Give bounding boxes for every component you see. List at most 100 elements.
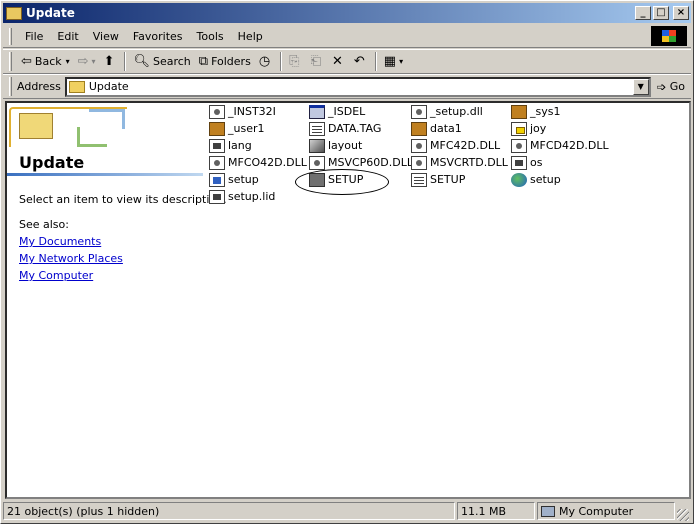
see-also-links: My Documents My Network Places My Comput… (19, 235, 123, 286)
menu-help[interactable]: Help (231, 28, 270, 45)
banner-accent-blue (89, 109, 125, 129)
file-item[interactable]: _user1 (209, 120, 265, 137)
delete-icon: ✕ (331, 54, 343, 69)
history-button[interactable]: ◷ (255, 51, 277, 73)
file-item[interactable]: MFCO42D.DLL (209, 154, 307, 171)
installer-icon (309, 138, 325, 153)
menu-view[interactable]: View (86, 28, 126, 45)
web-view-pane: Update Select an item to view its descri… (7, 103, 227, 497)
toolbar-grip[interactable] (9, 52, 12, 71)
move-to-button[interactable]: ⎘ (285, 51, 306, 73)
see-also-label: See also: (19, 218, 69, 231)
setup-config-icon (209, 172, 225, 187)
address-label: Address (17, 80, 61, 93)
file-item[interactable]: layout (309, 137, 362, 154)
menu-edit[interactable]: Edit (50, 28, 85, 45)
file-name: _setup.dll (430, 105, 483, 118)
file-name: MSVCP60D.DLL (328, 156, 414, 169)
file-item[interactable]: _ISDEL (309, 103, 365, 120)
menu-favorites[interactable]: Favorites (126, 28, 190, 45)
undo-button[interactable]: ↶ (350, 51, 372, 73)
doc-icon (511, 155, 527, 170)
search-button[interactable]: 🔍︎ Search (129, 51, 194, 73)
toolbar-separator (374, 52, 377, 71)
views-dropdown-icon: ▾ (399, 57, 404, 66)
dll-icon (209, 155, 225, 170)
file-item[interactable]: _INST32I (209, 103, 276, 120)
back-label: Back (34, 55, 62, 68)
search-icon: 🔍︎ (133, 54, 150, 69)
file-item[interactable]: setup (511, 171, 561, 188)
file-item[interactable]: MSVCP60D.DLL (309, 154, 413, 171)
standard-toolbar: ⇦ Back ▾ ⇨ ▾ ⬆ 🔍︎ Search ⧉ Folders ◷ ⎘ ⎗ (3, 49, 691, 74)
forward-button[interactable]: ⇨ ▾ (74, 51, 100, 73)
status-location: My Computer (537, 502, 675, 520)
file-item[interactable]: os (511, 154, 542, 171)
views-button[interactable]: ▦ ▾ (380, 51, 407, 73)
copy-to-button[interactable]: ⎗ (307, 51, 328, 73)
dll-icon (309, 155, 325, 170)
file-item[interactable]: _setup.dll (411, 103, 483, 120)
file-item[interactable]: SETUP (309, 171, 363, 188)
address-input[interactable]: Update ▼ (64, 76, 651, 97)
file-name: MFC42D.DLL (430, 139, 501, 152)
status-size: 11.1 MB (457, 502, 535, 520)
file-name: _user1 (228, 122, 265, 135)
menu-grip[interactable] (9, 27, 12, 45)
forward-dropdown-icon: ▾ (91, 57, 96, 66)
go-button[interactable]: ➩ Go (651, 80, 691, 94)
minimize-button[interactable]: _ (635, 6, 651, 20)
file-item[interactable]: DATA.TAG (309, 120, 381, 137)
address-grip[interactable] (9, 77, 12, 96)
file-item[interactable]: lang (209, 137, 252, 154)
file-name: joy (530, 122, 547, 135)
file-name: _INST32I (228, 105, 276, 118)
globe-icon (511, 172, 527, 187)
book-icon (511, 104, 527, 119)
file-item[interactable]: SETUP (411, 171, 465, 188)
copy-to-icon: ⎗ (310, 54, 321, 69)
up-folder-button[interactable]: ⬆ (100, 51, 122, 73)
close-button[interactable]: × (673, 6, 689, 20)
views-icon: ▦ (383, 54, 397, 69)
file-name: MSVCRTD.DLL (430, 156, 508, 169)
file-item[interactable]: joy (511, 120, 546, 137)
title-bar[interactable]: Update _ □ × (3, 3, 691, 23)
link-my-documents[interactable]: My Documents (19, 235, 123, 252)
file-item[interactable]: _sys1 (511, 103, 560, 120)
back-dropdown-icon[interactable]: ▾ (66, 57, 70, 66)
file-name: setup.lid (228, 190, 276, 203)
file-name: setup (228, 173, 259, 186)
text-icon (309, 121, 325, 136)
status-bar: 21 object(s) (plus 1 hidden) 11.1 MB My … (3, 501, 691, 521)
file-item[interactable]: setup.lid (209, 188, 275, 205)
folders-label: Folders (211, 55, 251, 68)
toolbar-separator (124, 52, 127, 71)
delete-button[interactable]: ✕ (328, 51, 350, 73)
folders-button[interactable]: ⧉ Folders (195, 51, 255, 73)
link-my-computer[interactable]: My Computer (19, 269, 123, 286)
file-item[interactable]: MSVCRTD.DLL (411, 154, 508, 171)
menu-tools[interactable]: Tools (190, 28, 231, 45)
link-my-network-places[interactable]: My Network Places (19, 252, 123, 269)
address-dropdown-button[interactable]: ▼ (632, 78, 649, 95)
history-icon: ◷ (258, 54, 271, 69)
back-button[interactable]: ⇦ Back ▾ (17, 51, 74, 73)
banner-bar (7, 173, 203, 176)
file-item[interactable]: MFC42D.DLL (411, 137, 500, 154)
dll-icon (411, 104, 427, 119)
maximize-button[interactable]: □ (653, 6, 669, 20)
file-item[interactable]: setup (209, 171, 259, 188)
file-item[interactable]: MFCD42D.DLL (511, 137, 609, 154)
menu-file[interactable]: File (18, 28, 50, 45)
resize-grip[interactable] (677, 509, 689, 521)
computer-setup-icon (309, 172, 325, 187)
dll-icon (411, 138, 427, 153)
file-name: os (530, 156, 543, 169)
folder-icon (68, 80, 85, 93)
file-item[interactable]: data1 (411, 120, 462, 137)
toolbar-separator (280, 52, 283, 71)
file-name: data1 (430, 122, 462, 135)
folders-icon: ⧉ (198, 54, 209, 69)
window-icon (309, 104, 325, 119)
